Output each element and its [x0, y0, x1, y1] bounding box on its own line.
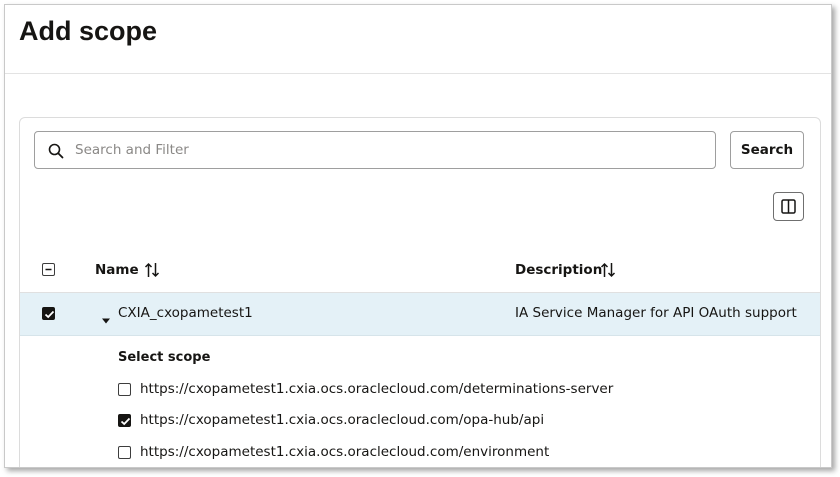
- search-field[interactable]: [34, 131, 716, 169]
- search-icon: [47, 142, 65, 160]
- row-checkbox-box: [42, 307, 55, 320]
- search-input[interactable]: [75, 132, 695, 168]
- row-checkbox[interactable]: [42, 307, 55, 320]
- row-name: CXIA_cxopametest1: [118, 305, 253, 321]
- scope-table-panel: Search Name Descri: [19, 117, 821, 467]
- scope-checkbox[interactable]: [118, 414, 131, 427]
- scope-checkbox-box: [118, 446, 131, 459]
- row-description: IA Service Manager for API OAuth support: [515, 305, 797, 321]
- scope-checkbox[interactable]: [118, 383, 131, 396]
- select-all-mixed-box: [42, 263, 55, 276]
- table-row[interactable]: CXIA_cxopametest1 IA Service Manager for…: [20, 293, 820, 336]
- caret-down-icon[interactable]: [101, 310, 111, 329]
- select-all-checkbox[interactable]: [42, 263, 55, 276]
- dialog-title: Add scope: [19, 16, 158, 46]
- select-scope-label: Select scope: [118, 350, 211, 365]
- table-header: Name Description: [20, 250, 820, 293]
- scope-url: https://cxopametest1.cxia.ocs.oracleclou…: [140, 444, 550, 460]
- columns-icon: [781, 199, 796, 214]
- search-button[interactable]: Search: [730, 131, 804, 169]
- column-header-name[interactable]: Name: [95, 262, 139, 278]
- scope-checkbox[interactable]: [118, 446, 131, 459]
- sort-icon[interactable]: [144, 261, 160, 283]
- scope-url: https://cxopametest1.cxia.ocs.oracleclou…: [140, 381, 614, 397]
- scope-checkbox-box: [118, 383, 131, 396]
- manage-columns-button[interactable]: [773, 192, 804, 221]
- add-scope-dialog: Add scope Search and Filter Search Name …: [4, 4, 832, 468]
- dialog-header: Add scope: [5, 5, 831, 74]
- scope-checkbox-box: [118, 414, 131, 427]
- column-header-description[interactable]: Description: [515, 262, 602, 278]
- sort-icon[interactable]: [600, 261, 616, 283]
- scope-url: https://cxopametest1.cxia.ocs.oracleclou…: [140, 412, 545, 428]
